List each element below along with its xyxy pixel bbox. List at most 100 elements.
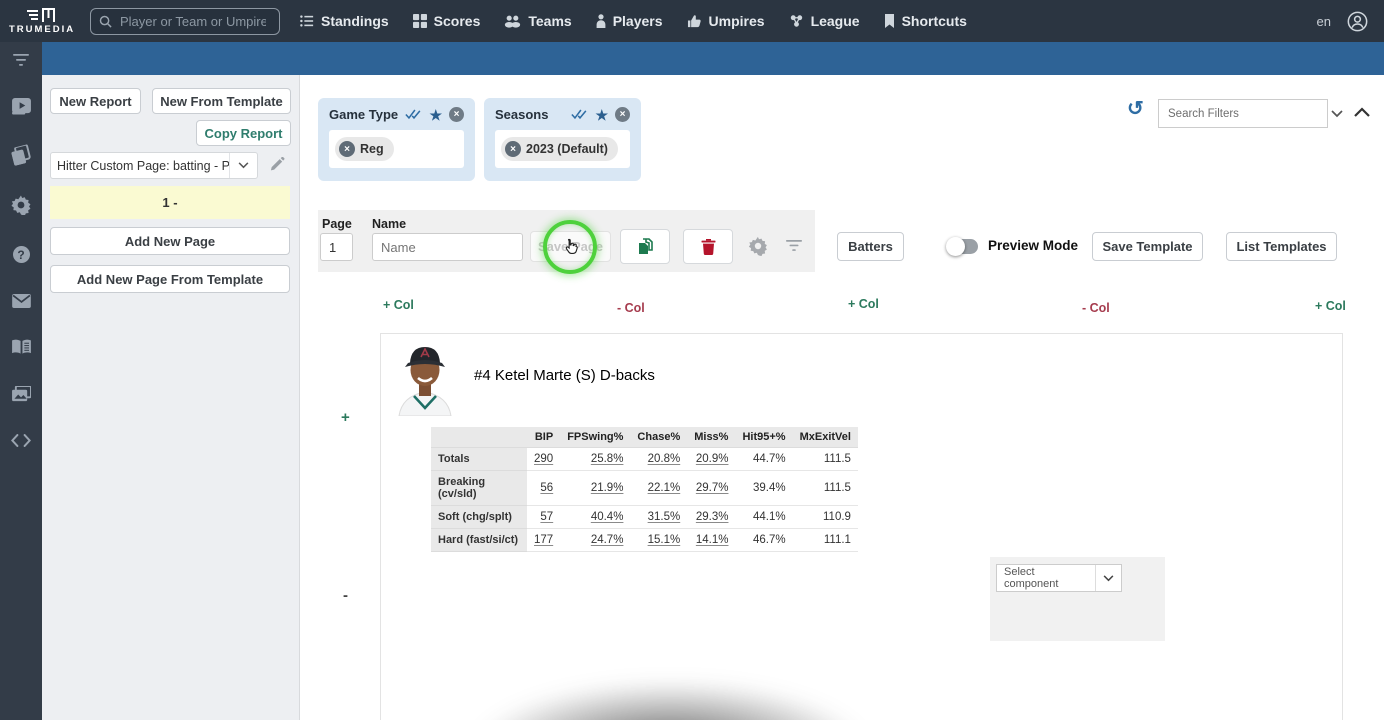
add-new-page-from-template-button[interactable]: Add New Page From Template xyxy=(50,265,290,293)
search-input[interactable] xyxy=(118,12,268,30)
select-component-placeholder: Select component xyxy=(1004,566,1059,590)
images-icon[interactable] xyxy=(11,386,31,403)
remove-tag-icon[interactable]: × xyxy=(339,141,355,157)
stat-link[interactable]: 14.1% xyxy=(696,534,729,546)
nav-item-standings[interactable]: Standings xyxy=(300,13,389,29)
trumedia-app: TRUMEDIA Standings Scores Teams Players xyxy=(0,0,1384,720)
row-label: Hard (fast/si/ct) xyxy=(431,528,527,552)
stat-value: 44.1% xyxy=(735,505,793,529)
page-filter-icon[interactable] xyxy=(785,239,803,252)
icon-sidebar: ? xyxy=(0,42,42,720)
report-panel: New Report New From Template Copy Report… xyxy=(42,75,300,720)
nav-item-scores[interactable]: Scores xyxy=(412,13,480,29)
filter-tag[interactable]: × Reg xyxy=(335,137,394,161)
remove-filter-icon[interactable]: × xyxy=(615,107,630,122)
player-stats-table: BIP FPSwing% Chase% Miss% Hit95+% MxExit… xyxy=(431,427,858,552)
preview-mode-toggle[interactable] xyxy=(946,237,978,256)
search-filters[interactable] xyxy=(1158,99,1343,128)
nav-item-label: Standings xyxy=(321,13,389,29)
select-component-dropdown[interactable]: Select component xyxy=(996,564,1122,592)
select-all-check-icon[interactable] xyxy=(571,109,589,120)
stat-link[interactable]: 29.3% xyxy=(696,511,729,523)
duplicate-page-button[interactable] xyxy=(620,229,670,264)
copy-report-button[interactable]: Copy Report xyxy=(196,120,291,146)
collapse-filters-chevron-up-icon[interactable] xyxy=(1354,107,1370,117)
global-search[interactable] xyxy=(90,7,280,35)
stat-link[interactable]: 20.9% xyxy=(696,453,729,465)
report-select[interactable]: Hitter Custom Page: batting - P... xyxy=(50,152,258,179)
nav-item-teams[interactable]: Teams xyxy=(504,13,572,29)
gear-icon[interactable] xyxy=(11,195,31,215)
preview-mode-label: Preview Mode xyxy=(988,238,1079,253)
stat-link[interactable]: 56 xyxy=(540,482,553,494)
page-name-input[interactable] xyxy=(372,233,523,261)
new-report-button[interactable]: New Report xyxy=(50,88,141,114)
nav-links: Standings Scores Teams Players Umpires L… xyxy=(300,13,967,29)
remove-tag-icon[interactable]: × xyxy=(505,141,521,157)
save-page-button[interactable]: Save Page xyxy=(530,231,611,262)
stat-value: 111.5 xyxy=(792,470,858,506)
select-all-check-icon[interactable] xyxy=(405,109,423,120)
page-settings-gear-icon[interactable] xyxy=(748,236,768,256)
video-icon[interactable] xyxy=(11,98,31,115)
add-column-button[interactable]: + Col xyxy=(383,298,414,312)
stat-link[interactable]: 24.7% xyxy=(591,534,624,546)
page-toolbar: Page Name Save Page xyxy=(318,210,815,274)
stat-link[interactable]: 22.1% xyxy=(648,482,681,494)
delete-page-button[interactable] xyxy=(683,229,733,264)
save-template-button[interactable]: Save Template xyxy=(1092,232,1203,261)
edit-pencil-icon[interactable] xyxy=(269,157,286,174)
remove-column-button[interactable]: - Col xyxy=(1082,301,1110,315)
remove-filter-icon[interactable]: × xyxy=(449,107,464,122)
favorite-star-icon[interactable]: ★ xyxy=(429,108,442,122)
nav-item-players[interactable]: Players xyxy=(596,13,663,29)
stat-link[interactable]: 40.4% xyxy=(591,511,624,523)
add-column-button[interactable]: + Col xyxy=(848,297,879,311)
nav-right: en xyxy=(1317,11,1384,32)
list-templates-button[interactable]: List Templates xyxy=(1226,232,1337,261)
filter-icon[interactable] xyxy=(12,53,30,67)
column-header: FPSwing% xyxy=(560,427,631,448)
stat-link[interactable]: 25.8% xyxy=(591,453,624,465)
nav-item-league[interactable]: League xyxy=(789,13,860,29)
remove-row-button[interactable]: - xyxy=(343,587,348,604)
filter-tag-label: Reg xyxy=(360,142,384,156)
search-filters-input[interactable] xyxy=(1159,107,1331,120)
column-header: Chase% xyxy=(630,427,688,448)
stat-link[interactable]: 57 xyxy=(540,511,553,523)
stat-link[interactable]: 21.9% xyxy=(591,482,624,494)
trumedia-logo[interactable]: TRUMEDIA xyxy=(0,6,80,37)
add-row-button[interactable]: + xyxy=(341,409,350,426)
stat-link[interactable]: 15.1% xyxy=(648,534,681,546)
add-new-page-button[interactable]: Add New Page xyxy=(50,227,290,255)
code-icon[interactable] xyxy=(11,434,31,447)
trumedia-logo-icon xyxy=(27,7,55,22)
row-label: Soft (chg/splt) xyxy=(431,505,527,529)
stat-link[interactable]: 290 xyxy=(534,453,553,465)
standings-list-icon xyxy=(300,15,314,27)
stat-link[interactable]: 177 xyxy=(534,534,553,546)
page-number-input[interactable] xyxy=(320,233,353,261)
column-header: BIP xyxy=(527,427,561,448)
batters-button[interactable]: Batters xyxy=(837,232,904,261)
table-header-row: BIP FPSwing% Chase% Miss% Hit95+% MxExit… xyxy=(431,427,858,448)
nav-item-umpires[interactable]: Umpires xyxy=(687,13,765,29)
help-icon[interactable]: ? xyxy=(12,246,30,263)
stat-link[interactable]: 29.7% xyxy=(696,482,729,494)
page-indicator[interactable]: 1 - xyxy=(50,186,290,219)
favorite-star-icon[interactable]: ★ xyxy=(595,108,608,122)
stat-link[interactable]: 31.5% xyxy=(648,511,681,523)
add-column-button[interactable]: + Col xyxy=(1315,299,1346,313)
stat-link[interactable]: 20.8% xyxy=(648,453,681,465)
nav-item-shortcuts[interactable]: Shortcuts xyxy=(884,13,967,29)
book-icon[interactable] xyxy=(11,339,31,355)
new-from-template-button[interactable]: New From Template xyxy=(152,88,291,114)
remove-column-button[interactable]: - Col xyxy=(617,301,645,315)
name-label: Name xyxy=(372,217,407,231)
filter-history-icon[interactable]: ↺ xyxy=(1127,99,1144,119)
cards-icon[interactable] xyxy=(10,143,33,166)
account-icon[interactable] xyxy=(1347,11,1368,32)
mail-icon[interactable] xyxy=(11,294,31,308)
language-selector[interactable]: en xyxy=(1317,14,1331,29)
filter-tag[interactable]: × 2023 (Default) xyxy=(501,137,618,161)
